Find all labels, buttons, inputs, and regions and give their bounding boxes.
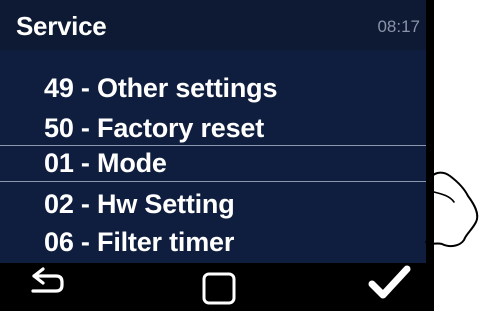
checkmark-icon — [368, 265, 411, 299]
menu-item-filter-timer[interactable]: 06 - Filter timer — [0, 224, 426, 261]
back-button[interactable] — [28, 263, 72, 311]
square-home-icon — [202, 272, 236, 305]
menu-item-factory-reset[interactable]: 50 - Factory reset — [0, 110, 426, 147]
device-screen: Service 08:17 49 - Other settings 50 - F… — [0, 0, 434, 311]
clock-time: 08:17 — [377, 17, 420, 36]
confirm-button[interactable] — [368, 263, 414, 311]
menu-item-hw-setting[interactable]: 02 - Hw Setting — [0, 186, 426, 223]
home-button[interactable] — [200, 263, 240, 311]
footer-nav-bar — [0, 263, 434, 311]
menu-item-other-settings[interactable]: 49 - Other settings — [0, 70, 426, 107]
header-bar: Service 08:17 — [0, 0, 426, 50]
back-arrow-icon — [31, 267, 64, 293]
page-title: Service — [16, 11, 107, 41]
hand-outline-drawing — [425, 171, 479, 248]
menu-item-mode-selected[interactable]: 01 - Mode — [0, 145, 426, 182]
service-menu-list[interactable]: 49 - Other settings 50 - Factory reset 0… — [0, 50, 426, 263]
